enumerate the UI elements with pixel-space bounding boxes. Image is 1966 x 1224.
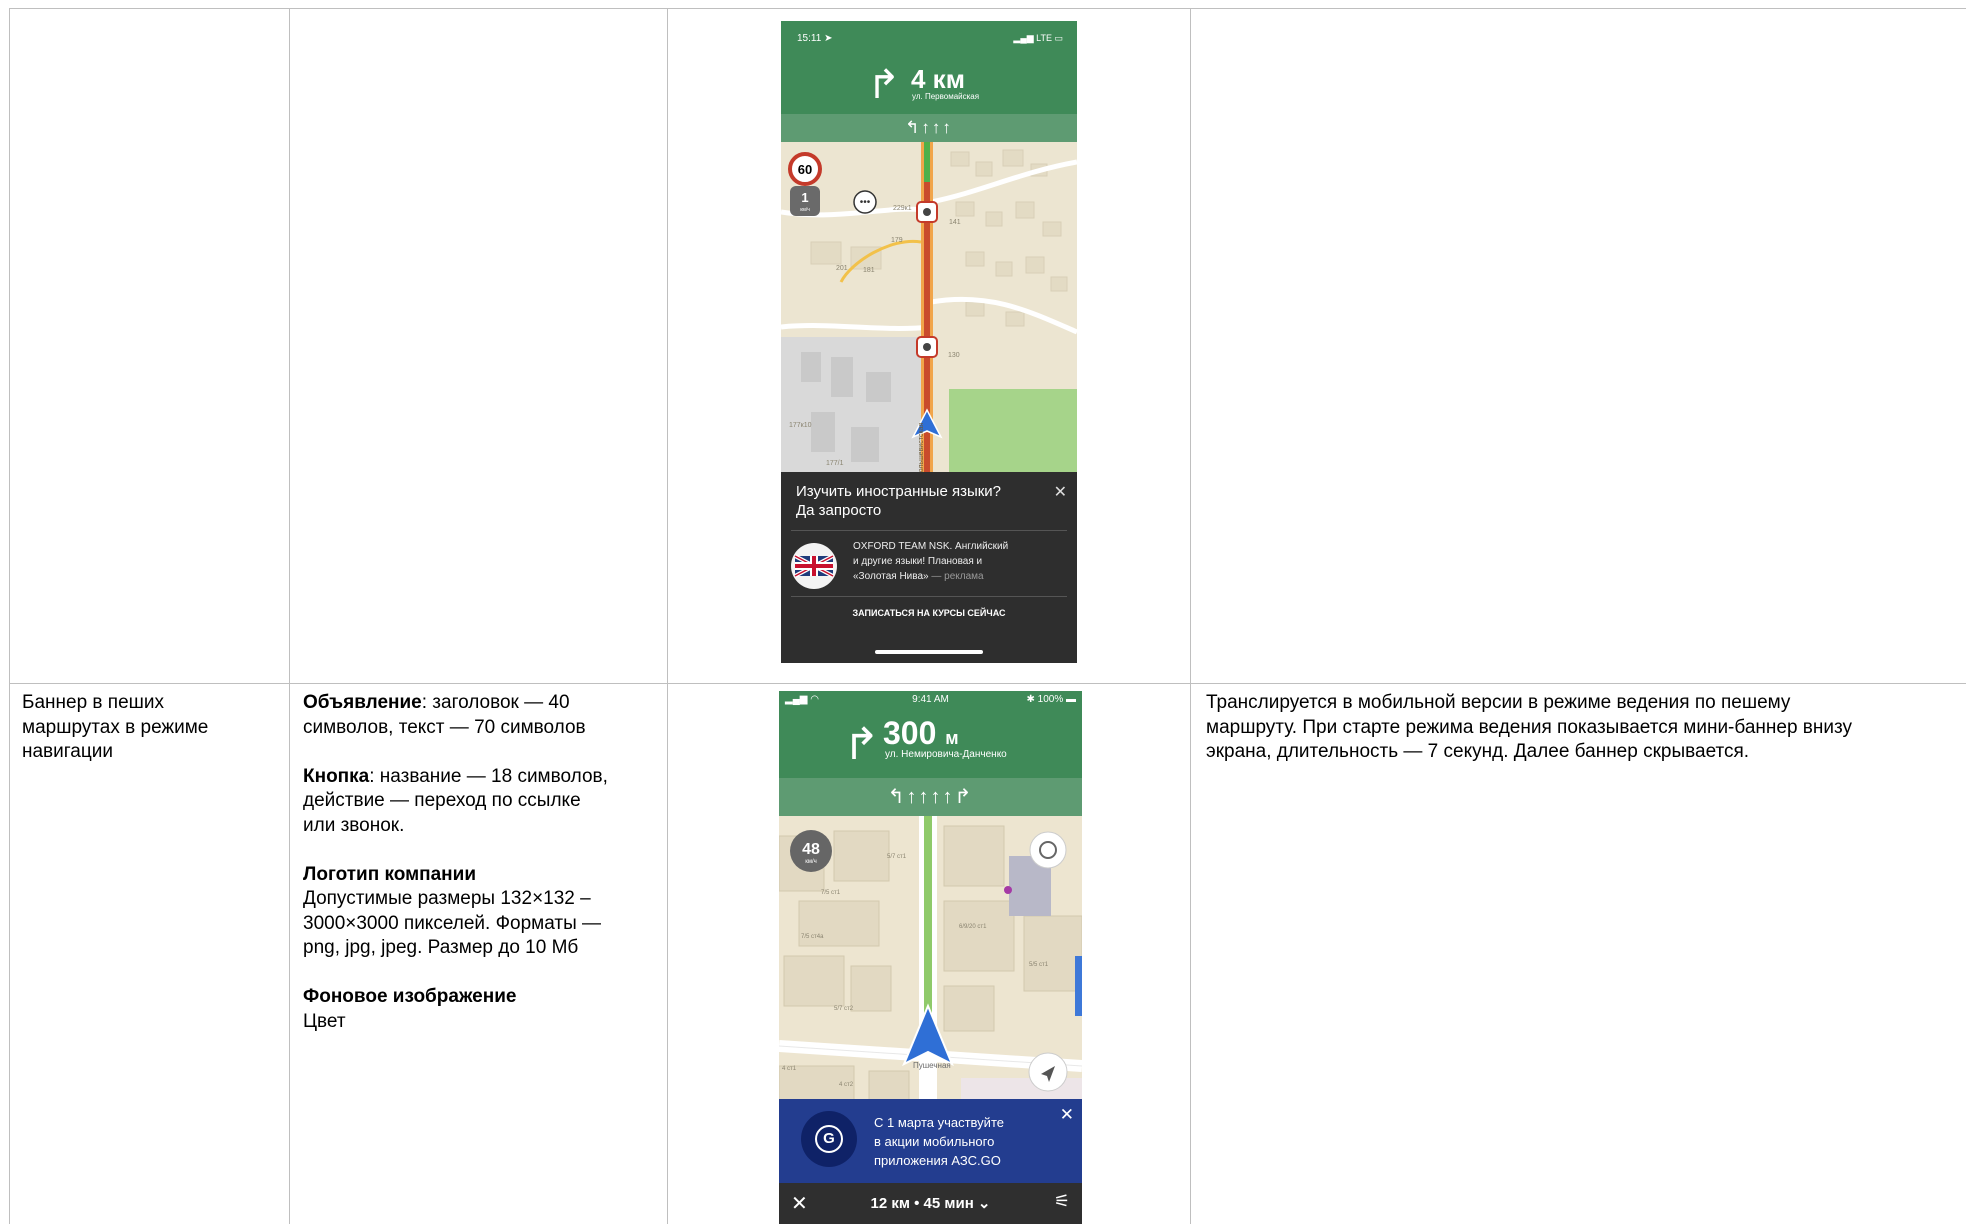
table-border-top: [9, 8, 1966, 9]
svg-text:5/5 ст1: 5/5 ст1: [1029, 962, 1049, 968]
row-divider: [9, 683, 1966, 684]
turn-right-arrow-icon: ↱: [843, 720, 880, 769]
placement-name-cell: Баннер в пеших маршрутах в режиме навига…: [22, 692, 209, 762]
home-indicator: [875, 650, 983, 654]
banner-text: OXFORD TEAM NSK. Английский и другие язы…: [853, 541, 1009, 582]
maneuver-distance: 4 км: [911, 64, 965, 94]
navigation-screenshot-walking: ▂▄▆ ◠ 9:41 AM ✱ 100% ▬ ↱ 300 м ул. Немир…: [779, 691, 1082, 1224]
route-map: 48 км/ч 5/7 ст1 7/5 ст1 7/5 ст4а 6/9/20 …: [779, 816, 1082, 1136]
ad-requirement: Объявление: заголовок — 40 символов, тек…: [303, 692, 586, 738]
svg-text:Большевистская: Большевистская: [918, 423, 925, 477]
navigation-screenshot-car: 15:11 ➤ ▂▄▆ LTE ▭ ↱ 4 км ул. Первомайска…: [781, 21, 1077, 663]
svg-text:181: 181: [863, 267, 875, 274]
route-bar: ✕ 12 км • 45 мин ⌄ ⚟: [779, 1183, 1082, 1224]
advertiser-logo: G: [801, 1111, 857, 1167]
column-divider-2: [667, 8, 668, 1224]
banner-close-icon[interactable]: ✕: [1054, 482, 1067, 502]
status-network: ▂▄▆ LTE ▭: [1013, 33, 1063, 43]
speed-camera-icon: [916, 201, 938, 223]
svg-text:7/5 ст1: 7/5 ст1: [821, 890, 841, 896]
banner-divider: [791, 596, 1067, 597]
svg-text:6/9/20 ст1: 6/9/20 ст1: [959, 924, 987, 930]
speed-limit-sign: 60: [798, 162, 812, 177]
svg-text:177к10: 177к10: [789, 422, 812, 429]
svg-text:179: 179: [891, 237, 903, 244]
svg-text:5/7 ст2: 5/7 ст2: [834, 1006, 854, 1012]
banner-divider: [791, 530, 1067, 531]
svg-text:5/7 ст1: 5/7 ст1: [887, 854, 907, 860]
chat-bubble-icon: •••: [860, 197, 871, 208]
advertiser-logo-letter: G: [815, 1125, 843, 1153]
maneuver-header: 15:11 ➤ ▂▄▆ LTE ▭ ↱ 4 км ул. Первомайска…: [781, 21, 1077, 114]
maneuver-street: ул. Немировича-Данченко: [885, 749, 1007, 760]
battery-status: ✱ 100% ▬: [1026, 694, 1076, 705]
banner-close-icon[interactable]: ✕: [1060, 1105, 1074, 1125]
column-divider-1: [289, 8, 290, 1224]
maneuver-street: ул. Первомайская: [912, 92, 980, 101]
banner-title: Изучить иностранные языки? Да запросто: [796, 483, 1002, 519]
speed-camera-icon: [916, 336, 938, 358]
maneuver-header: ▂▄▆ ◠ 9:41 AM ✱ 100% ▬ ↱ 300 м ул. Немир…: [779, 691, 1082, 778]
svg-text:130: 130: [948, 352, 960, 359]
lane-guidance: ↰↑↑↑: [781, 114, 1077, 142]
banner-text: С 1 марта участвуйте в акции мобильного …: [874, 1115, 1004, 1168]
banner-cta-button[interactable]: ЗАПИСАТЬСЯ НА КУРСЫ СЕЙЧАС: [781, 608, 1077, 618]
column-divider-left: [9, 8, 10, 1224]
lane-guidance: ↰↑↑↑↑↱: [779, 778, 1082, 816]
svg-text:229к1: 229к1: [893, 205, 912, 212]
turn-right-arrow-icon: ↱: [867, 63, 901, 107]
ad-banner[interactable]: Изучить иностранные языки? Да запросто ✕…: [781, 472, 1077, 663]
current-speed: 1: [801, 190, 808, 205]
maneuver-distance: 300 м: [883, 715, 959, 751]
ad-banner[interactable]: G С 1 марта участвуйте в акции мобильног…: [779, 1099, 1082, 1183]
requirements-cell: Объявление: заголовок — 40 символов, тек…: [303, 691, 653, 1059]
route-summary[interactable]: 12 км • 45 мин ⌄: [779, 1194, 1082, 1212]
svg-text:177/1: 177/1: [826, 460, 844, 467]
speed-unit: км/ч: [805, 859, 817, 865]
description-cell: Транслируется в мобильной версии в режим…: [1206, 692, 1852, 762]
advertiser-logo: [791, 543, 837, 589]
speed-unit: км/ч: [800, 207, 810, 213]
status-time: 15:11 ➤: [797, 33, 833, 44]
column-divider-3: [1190, 8, 1191, 1224]
svg-text:Пушечная: Пушечная: [913, 1061, 951, 1070]
logo-requirement: Логотип компании Допустимые размеры 132×1…: [303, 863, 602, 959]
svg-text:141: 141: [949, 219, 961, 226]
button-requirement: Кнопка: название — 18 символов, действие…: [303, 765, 608, 836]
svg-text:4 ст2: 4 ст2: [839, 1082, 854, 1088]
svg-text:7/5 ст4а: 7/5 ст4а: [801, 934, 824, 940]
current-speed: 48: [802, 841, 820, 858]
svg-text:201: 201: [836, 265, 848, 272]
svg-text:4 ст1: 4 ст1: [782, 1066, 797, 1072]
route-options-icon[interactable]: ⚟: [1054, 1191, 1070, 1212]
background-requirement: Фоновое изображение Цвет: [303, 986, 517, 1032]
route-map: 60 1 км/ч ••• 177к10 177/1 Большевистска…: [781, 142, 1077, 493]
